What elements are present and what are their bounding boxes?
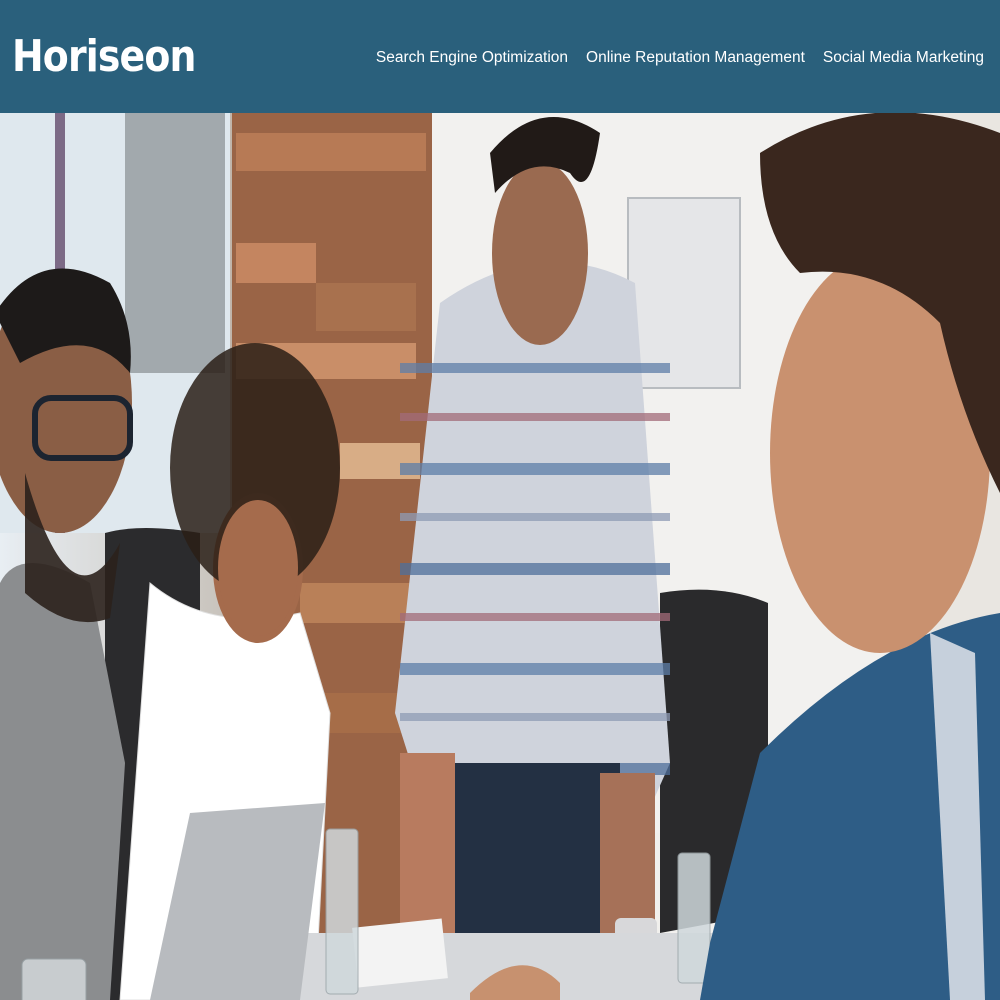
water-glass-2 xyxy=(677,852,711,984)
hero-image xyxy=(0,113,1000,1000)
main-nav: Search Engine Optimization Online Reputa… xyxy=(376,47,984,67)
brand-logo[interactable]: Horiseon xyxy=(12,31,196,82)
nav-link-social-media[interactable]: Social Media Marketing xyxy=(823,49,984,67)
site-header: Horiseon Search Engine Optimization Onli… xyxy=(0,0,1000,113)
team-meeting-photo xyxy=(0,113,1000,1000)
water-glass-1 xyxy=(325,828,359,995)
paper-sheet xyxy=(352,918,448,988)
nav-link-seo[interactable]: Search Engine Optimization xyxy=(376,49,568,67)
window-blinds xyxy=(125,113,225,373)
person-standing-face xyxy=(492,161,588,345)
wireframe-sheet xyxy=(627,197,741,389)
nav-link-reputation[interactable]: Online Reputation Management xyxy=(586,49,805,67)
water-glass-3 xyxy=(21,958,87,1000)
